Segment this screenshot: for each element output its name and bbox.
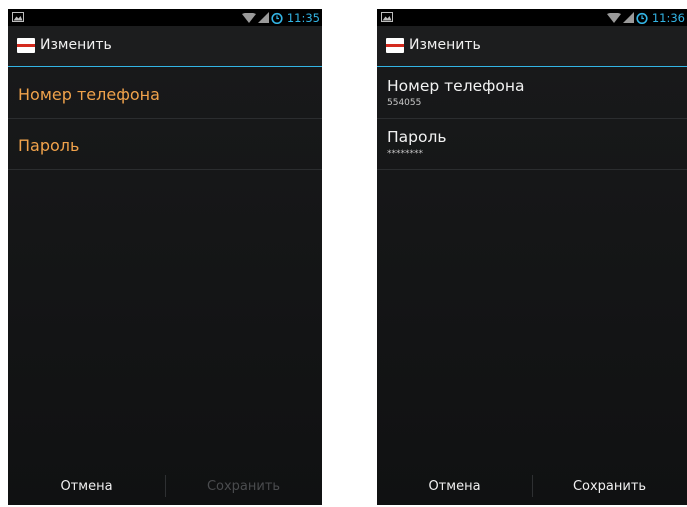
app-logo-icon[interactable] <box>386 38 404 53</box>
pref-title: Номер телефона <box>387 77 525 95</box>
status-bar: 11:36 <box>377 9 687 26</box>
pref-title: Пароль <box>18 136 80 155</box>
phone-screen-left: 11:35 Изменить Номер телефона Пароль Отм… <box>8 9 322 505</box>
image-notification-icon <box>12 12 24 22</box>
status-time: 11:35 <box>286 10 320 25</box>
signal-icon <box>622 12 634 23</box>
app-logo-icon[interactable] <box>17 38 35 53</box>
button-bar: Отмена Сохранить <box>377 467 687 505</box>
action-bar-title: Изменить <box>40 37 112 53</box>
pref-phone-number[interactable]: Номер телефона 554055 <box>377 68 687 119</box>
pref-phone-number[interactable]: Номер телефона <box>8 68 322 119</box>
pref-title: Пароль <box>387 128 447 146</box>
wifi-icon <box>241 12 256 23</box>
alarm-icon <box>636 12 648 24</box>
status-time: 11:36 <box>651 10 685 25</box>
pref-summary: ******** <box>387 149 423 159</box>
cancel-button[interactable]: Отмена <box>377 467 532 505</box>
pref-title: Номер телефона <box>18 85 160 104</box>
save-button[interactable]: Сохранить <box>532 467 687 505</box>
button-bar: Отмена Сохранить <box>8 467 322 505</box>
status-bar: 11:35 <box>8 9 322 26</box>
cancel-button[interactable]: Отмена <box>8 467 165 505</box>
action-bar: Изменить <box>377 26 687 67</box>
phone-screen-right: 11:36 Изменить Номер телефона 554055 Пар… <box>377 9 687 505</box>
wifi-icon <box>606 12 621 23</box>
signal-icon <box>257 12 269 23</box>
image-notification-icon <box>381 12 393 22</box>
alarm-icon <box>271 12 283 24</box>
save-button[interactable]: Сохранить <box>165 467 322 505</box>
pref-summary: 554055 <box>387 98 422 108</box>
action-bar-title: Изменить <box>409 37 481 53</box>
pref-password[interactable]: Пароль <box>8 119 322 170</box>
pref-password[interactable]: Пароль ******** <box>377 119 687 170</box>
action-bar: Изменить <box>8 26 322 67</box>
